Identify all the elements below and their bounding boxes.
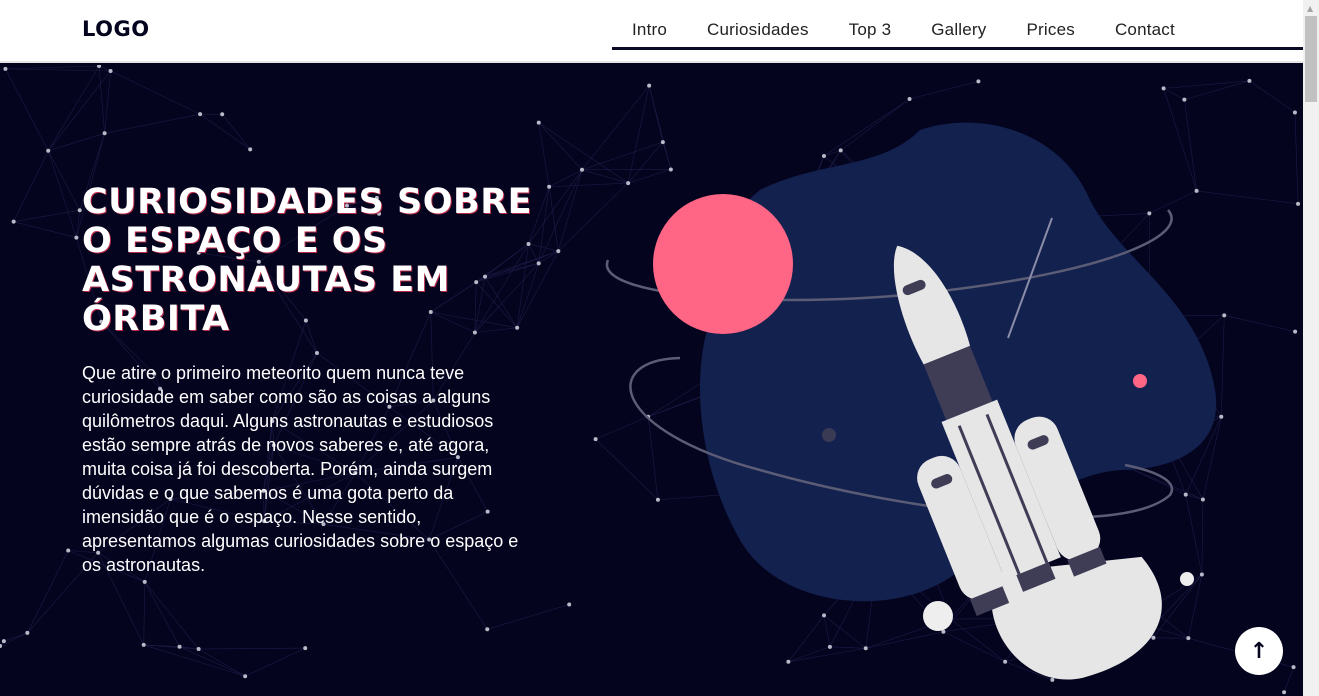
particle-link — [245, 647, 306, 677]
star-dot — [248, 147, 253, 152]
particle-link — [558, 169, 583, 252]
particle-link — [27, 550, 69, 634]
star-dot — [74, 235, 79, 240]
scrollbar[interactable]: ▲ — [1303, 0, 1319, 696]
star-dot — [3, 66, 8, 71]
particle-link — [487, 604, 570, 630]
particle-link — [110, 70, 201, 115]
particle-link — [13, 221, 77, 238]
particle-link — [3, 632, 28, 642]
star-dot — [97, 65, 102, 68]
site-header: LOGO Intro Curiosidades Top 3 Gallery Pr… — [0, 0, 1303, 63]
particle-link — [13, 209, 80, 222]
arrow-up-icon: ↑ — [1249, 638, 1269, 664]
star-dot — [66, 548, 71, 553]
particle-link — [47, 150, 77, 238]
star-dot — [102, 131, 107, 136]
particle-link — [13, 150, 49, 222]
rocket-illustration — [605, 122, 1217, 680]
nav-curiosidades[interactable]: Curiosidades — [707, 16, 809, 47]
particle-link — [98, 65, 105, 134]
particle-link — [143, 644, 199, 650]
particle-link — [5, 65, 100, 70]
star-dot — [1247, 78, 1252, 83]
star-dot — [198, 112, 203, 117]
particle-link — [144, 581, 199, 650]
particle-link — [76, 210, 81, 238]
particle-link — [909, 81, 979, 100]
star-dot — [976, 79, 981, 84]
star-dot — [46, 148, 51, 153]
particle-link — [104, 70, 111, 134]
particle-link — [1283, 667, 1294, 693]
hero-title: CURIOSIDADES SOBRE O ESPAÇO E OS ASTRONA… — [82, 182, 533, 339]
particle-link — [198, 648, 246, 677]
particle-link — [144, 581, 180, 647]
scrollbar-thumb[interactable] — [1305, 16, 1317, 102]
particle-link — [48, 133, 105, 152]
small-planet — [1133, 374, 1147, 388]
star-dot — [303, 646, 308, 651]
star-dot — [1282, 690, 1287, 695]
star-dot — [1, 639, 6, 644]
particle-link — [548, 186, 559, 252]
small-moon — [1180, 572, 1194, 586]
nav-prices[interactable]: Prices — [1027, 16, 1075, 47]
star-dot — [1182, 97, 1187, 102]
nav-contact[interactable]: Contact — [1115, 16, 1175, 47]
star-dot — [243, 674, 248, 679]
star-dot — [108, 68, 113, 73]
star-dot — [556, 249, 561, 254]
main-nav: Intro Curiosidades Top 3 Gallery Prices … — [612, 16, 1303, 50]
star-dot — [1292, 110, 1297, 115]
star-dot — [547, 184, 552, 189]
particle-link — [104, 113, 201, 134]
particle-link — [143, 581, 146, 645]
planet — [653, 194, 793, 334]
nav-gallery[interactable]: Gallery — [931, 16, 986, 47]
particle-link — [1294, 112, 1299, 204]
star-dot — [1161, 86, 1166, 91]
star-dot — [485, 627, 490, 632]
star-dot — [141, 642, 146, 647]
star-dot — [11, 219, 16, 224]
particle-link — [5, 68, 111, 72]
hero-section: CURIOSIDADES SOBRE O ESPAÇO E OS ASTRONA… — [82, 183, 542, 577]
star-dot — [196, 647, 201, 652]
logo[interactable]: LOGO — [82, 17, 150, 41]
star-dot — [580, 167, 585, 172]
hero-text: Que atire o primeiro meteorito quem nunc… — [82, 363, 519, 575]
star-dot — [1293, 329, 1298, 334]
moon — [923, 601, 953, 631]
particle-link — [221, 114, 251, 150]
nav-intro[interactable]: Intro — [632, 16, 667, 47]
particle-link — [47, 70, 111, 151]
particle-link — [199, 113, 251, 150]
particle-link — [47, 150, 80, 211]
scroll-up-icon[interactable]: ▲ — [1307, 4, 1313, 13]
star-dot — [1296, 201, 1301, 206]
star-dot — [647, 83, 652, 88]
star-dot — [0, 644, 3, 649]
star-dot — [142, 579, 147, 584]
particle-link — [1249, 80, 1296, 113]
particle-link — [5, 68, 49, 151]
particle-link — [179, 646, 246, 677]
particle-link — [47, 65, 100, 151]
asteroid — [822, 428, 836, 442]
star-dot — [25, 630, 30, 635]
star-dot — [177, 644, 182, 649]
nav-top3[interactable]: Top 3 — [849, 16, 892, 47]
star-dot — [907, 97, 912, 102]
particle-link — [198, 647, 306, 650]
star-dot — [536, 120, 541, 125]
star-dot — [593, 437, 598, 442]
back-to-top-button[interactable]: ↑ — [1235, 627, 1283, 675]
particle-link — [143, 644, 246, 677]
star-dot — [1291, 665, 1296, 670]
star-dot — [567, 602, 572, 607]
star-dot — [220, 112, 225, 117]
particle-link — [549, 169, 583, 188]
